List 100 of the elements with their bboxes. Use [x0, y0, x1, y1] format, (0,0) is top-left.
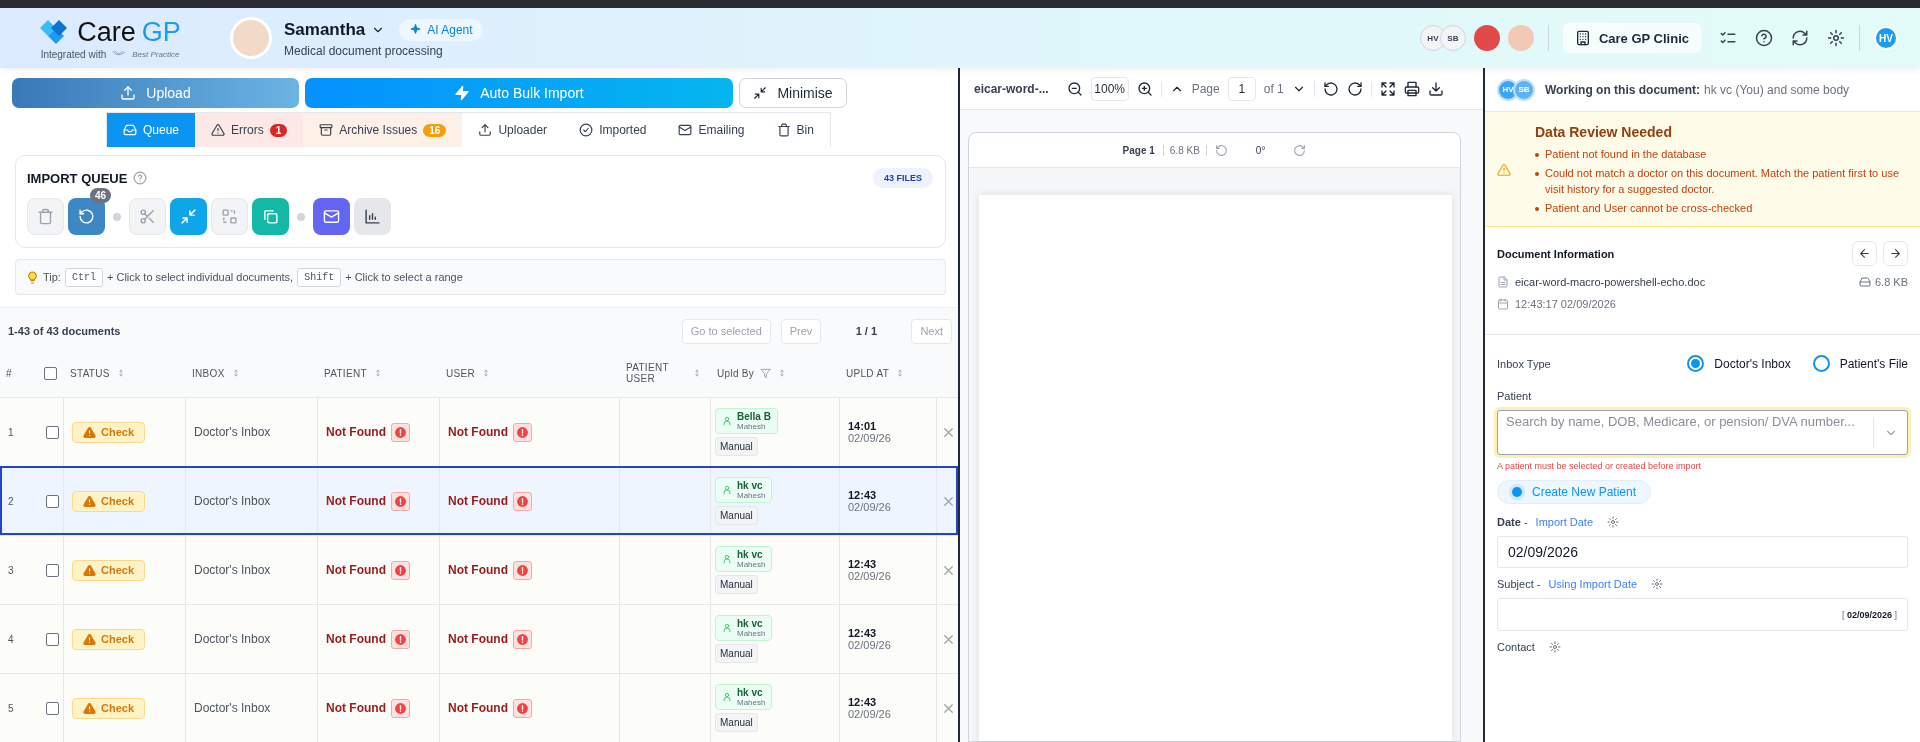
column-header[interactable]: UPLD AT: [846, 367, 890, 379]
logo-icon: [39, 18, 70, 46]
inbox-type-radio[interactable]: Doctor's Inbox: [1687, 355, 1791, 372]
upload-date: 02/09/26: [848, 501, 891, 514]
warning-icon: [83, 494, 96, 508]
page-size: 6.8 KB: [1162, 144, 1207, 156]
table-cell: Not Found: [326, 632, 386, 647]
rotate-left-button[interactable]: [1322, 80, 1339, 97]
merge-tool-button[interactable]: [170, 198, 207, 235]
check-circle-icon: [579, 123, 594, 137]
zoom-in-button[interactable]: [1136, 80, 1153, 97]
tab[interactable]: Errors 1: [195, 113, 304, 147]
patient-label: Patient: [1497, 390, 1532, 402]
table-cell: Not Found: [448, 494, 508, 509]
select-all-checkbox[interactable]: [44, 366, 57, 380]
column-header[interactable]: INBOX: [192, 367, 225, 379]
integration-label: Integrated with: [40, 48, 107, 60]
tab[interactable]: Archive Issues 16: [303, 113, 463, 147]
clinic-button[interactable]: Care GP Clinic: [1562, 23, 1701, 53]
copy-tool-button[interactable]: [252, 198, 289, 235]
table-row[interactable]: 2 Check Doctor's Inbox Not Found Not Found hk vc Mahesh Manual 12:43 02/09/26: [0, 466, 958, 536]
table-row[interactable]: 5 Check Doctor's Inbox Not Found Not Found hk vc Mahesh Manual 12:43 02/09/26: [0, 673, 958, 742]
archive-icon: [319, 123, 334, 137]
warning-icon: [1497, 163, 1511, 177]
import-date-link[interactable]: Import Date: [1535, 516, 1594, 528]
lightbulb-icon: [26, 270, 39, 284]
inbox-icon: [123, 123, 137, 137]
mail-icon: [323, 208, 340, 225]
upload-date: 02/09/26: [848, 432, 891, 445]
settings-button[interactable]: [1827, 29, 1845, 47]
patient-search-field[interactable]: Search by name, DOB, Medicare, or pension/ DVA number...: [1497, 410, 1908, 455]
uploader-subname: Mahesh: [737, 560, 766, 570]
date-label: Date -: [1497, 516, 1528, 528]
table-row[interactable]: 1 Check Doctor's Inbox Not Found Not Found Bella B Mahesh Manual 14:01 02/09/26: [0, 397, 958, 467]
file-count-badge: 43 FILES: [873, 168, 933, 188]
rotate-right-icon: [1293, 143, 1307, 157]
next-document-button[interactable]: [1883, 241, 1908, 266]
column-header[interactable]: PATIENT USER: [626, 362, 686, 385]
row-checkbox[interactable]: [46, 701, 59, 715]
zoom-out-button[interactable]: [1066, 80, 1083, 97]
agent-description: Medical document processing: [284, 43, 444, 58]
uploader-subname: Mahesh: [737, 629, 766, 639]
radio-indicator[interactable]: [1812, 355, 1830, 372]
scan-icon: [221, 208, 238, 225]
upload-time: 12:43: [848, 627, 877, 640]
document-info-title: Document Information: [1497, 247, 1615, 260]
column-header[interactable]: PATIENT: [324, 367, 367, 379]
subject-field[interactable]: [ 02/09/2026 ]: [1497, 598, 1908, 631]
table-cell: Not Found: [326, 425, 386, 440]
settings-button[interactable]: [1607, 516, 1620, 528]
settings-button[interactable]: [1548, 641, 1561, 653]
print-button[interactable]: [1403, 80, 1420, 97]
lightning-icon: [454, 85, 471, 101]
column-header[interactable]: USER: [446, 367, 475, 379]
method-badge: Manual: [715, 437, 758, 457]
uploader-name: Bella B: [737, 411, 771, 423]
table-row[interactable]: 4 Check Doctor's Inbox Not Found Not Found hk vc Mahesh Manual 12:43 02/09/26: [0, 604, 958, 674]
import-date-link[interactable]: Using Import Date: [1548, 578, 1638, 590]
refresh-button[interactable]: [1791, 29, 1809, 47]
user-avatar: [1507, 25, 1534, 51]
mail-tool-button[interactable]: [313, 198, 350, 235]
warning-icon: [211, 123, 226, 137]
scissors-icon: [139, 208, 156, 225]
row-checkbox[interactable]: [46, 425, 59, 439]
fullscreen-button[interactable]: [1379, 80, 1396, 97]
retry-tool-button[interactable]: [68, 198, 105, 235]
partner-name: Best Practice: [132, 49, 180, 59]
column-header[interactable]: STATUS: [70, 367, 110, 379]
help-button[interactable]: [1755, 29, 1773, 47]
download-button[interactable]: [1427, 80, 1444, 97]
row-number: 3: [8, 564, 14, 576]
tip-text: Tip:: [43, 271, 61, 283]
review-item: Could not match a doctor on this document. Match the patient first to use visit history for a suggested doctor.: [1545, 165, 1901, 197]
row-checkbox[interactable]: [46, 494, 59, 508]
radio-indicator[interactable]: [1687, 355, 1705, 372]
minimise-button[interactable]: Minimise: [739, 78, 847, 108]
subject-hint: [ 02/09/2026 ]: [1841, 609, 1897, 620]
date-field[interactable]: 02/09/2026: [1497, 536, 1908, 568]
settings-button[interactable]: [1651, 578, 1664, 590]
chart-tool-button[interactable]: [354, 198, 391, 235]
rotate-right-button[interactable]: [1346, 80, 1363, 97]
chart-icon: [364, 208, 381, 225]
page-field[interactable]: 1: [1227, 76, 1256, 101]
sparkle-icon: [409, 23, 423, 36]
separator-dot: [297, 212, 305, 221]
settings-icon: [1827, 29, 1845, 47]
row-checkbox[interactable]: [46, 632, 59, 646]
inbox-type-radio[interactable]: Patient's File: [1812, 355, 1908, 372]
uploader-name: hk vc: [737, 549, 764, 561]
zoom-field[interactable]: 100%: [1090, 76, 1129, 101]
page-label: Page: [1191, 81, 1220, 96]
previous-document-button[interactable]: [1852, 241, 1877, 266]
column-header[interactable]: Upld By: [717, 367, 755, 379]
working-names: hk vc (You) and some body: [1704, 82, 1850, 97]
rotate-left-icon: [1322, 80, 1339, 97]
row-checkbox[interactable]: [46, 563, 59, 577]
presence-avatar: SB: [1439, 25, 1466, 51]
count-badge: 1: [269, 123, 288, 137]
table-row[interactable]: 3 Check Doctor's Inbox Not Found Not Found hk vc Mahesh Manual 12:43 02/09/26: [0, 535, 958, 605]
upload-icon: [120, 85, 137, 101]
